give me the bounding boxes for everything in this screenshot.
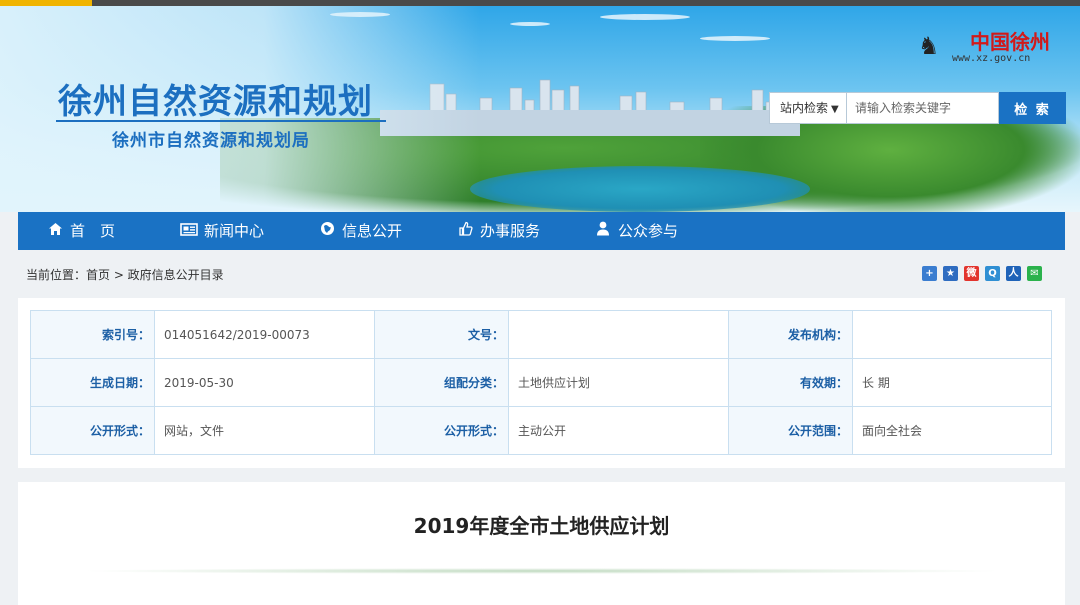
banner-lake xyxy=(470,166,810,212)
nav-item-label: 新闻中心 xyxy=(204,222,265,240)
newspaper-icon xyxy=(180,213,198,251)
share-tencent-icon[interactable]: Q xyxy=(985,266,1000,281)
home-icon xyxy=(46,213,64,251)
china-xuzhou-logo[interactable]: ♞ 中国徐州 www.xz.gov.cn xyxy=(918,26,1060,70)
document-metadata-panel: 索引号： 014051642/2019-00073 文号： 发布机构： 生成日期… xyxy=(18,298,1065,468)
main-nav: 首 页 新闻中心 信息公开 办事服务 公众参与 xyxy=(18,212,1065,250)
search-scope-label: 站内检索 xyxy=(780,101,829,115)
meta-value-doc-no xyxy=(508,310,729,359)
nav-item-label: 信息公开 xyxy=(342,222,403,240)
cloud xyxy=(700,36,770,41)
table-row: 索引号： 014051642/2019-00073 文号： 发布机构： xyxy=(30,310,1052,359)
thumbs-up-icon xyxy=(456,213,474,251)
meta-key-disclosure-form: 公开形式： xyxy=(30,406,155,455)
meta-value-validity: 长 期 xyxy=(852,358,1052,407)
breadcrumb: 当前位置：首页 > 政府信息公开目录 xyxy=(26,268,224,282)
document-content-panel: 2019年度全市土地供应计划 xyxy=(18,482,1065,605)
meta-value-disclosure-form: 网站，文件 xyxy=(154,406,375,455)
site-subtitle: 徐州市自然资源和规划局 xyxy=(112,131,310,151)
cloud xyxy=(600,14,690,20)
site-search: 站内检索▼ 检 索 xyxy=(769,92,1066,124)
meta-key-disclosure-mode: 公开形式： xyxy=(374,406,509,455)
meta-value-disclosure-scope: 面向全社会 xyxy=(852,406,1052,455)
share-weibo-icon[interactable]: 微 xyxy=(964,266,979,281)
meta-value-category: 土地供应计划 xyxy=(508,358,729,407)
nav-item-home[interactable]: 首 页 xyxy=(46,212,115,250)
horse-chariot-icon: ♞ xyxy=(918,32,940,60)
nav-item-public-participation[interactable]: 公众参与 xyxy=(594,212,678,250)
table-row: 公开形式： 网站，文件 公开形式： 主动公开 公开范围： 面向全社会 xyxy=(30,406,1052,455)
metadata-table: 索引号： 014051642/2019-00073 文号： 发布机构： 生成日期… xyxy=(30,310,1052,455)
user-icon xyxy=(594,213,612,251)
meta-key-disclosure-scope: 公开范围： xyxy=(728,406,853,455)
meta-value-created-date: 2019-05-30 xyxy=(154,358,375,407)
title-underline xyxy=(56,120,386,122)
site-title: 徐州自然资源和规划 xyxy=(58,82,373,122)
nav-item-label: 首 页 xyxy=(70,222,116,240)
search-button[interactable]: 检 索 xyxy=(999,92,1066,124)
share-qzone-icon[interactable]: ★ xyxy=(943,266,958,281)
share-more-icon[interactable]: + xyxy=(922,266,937,281)
nav-item-services[interactable]: 办事服务 xyxy=(456,212,540,250)
caret-down-icon: ▼ xyxy=(831,104,839,115)
logo-text: 中国徐州 xyxy=(970,30,1050,54)
nav-item-label: 办事服务 xyxy=(480,222,541,240)
meta-key-validity: 有效期： xyxy=(728,358,853,407)
meta-key-created-date: 生成日期： xyxy=(30,358,155,407)
logo-url: www.xz.gov.cn xyxy=(952,53,1031,64)
share-wechat-icon[interactable]: ✉ xyxy=(1027,266,1042,281)
header-banner: 徐州自然资源和规划 徐州市自然资源和规划局 ♞ 中国徐州 www.xz.gov.… xyxy=(0,6,1080,212)
cloud xyxy=(510,22,550,26)
meta-key-category: 组配分类： xyxy=(374,358,509,407)
share-renren-icon[interactable]: 人 xyxy=(1006,266,1021,281)
meta-value-publisher xyxy=(852,310,1052,359)
meta-key-publisher: 发布机构： xyxy=(728,310,853,359)
meta-key-index-no: 索引号： xyxy=(30,310,155,359)
search-scope-dropdown[interactable]: 站内检索 ▼ xyxy=(769,92,847,124)
nav-item-news[interactable]: 新闻中心 xyxy=(180,212,264,250)
globe-icon xyxy=(318,213,336,251)
breadcrumb-row: 当前位置：首页 > 政府信息公开目录 + ★ 微 Q 人 ✉ xyxy=(0,262,1080,290)
title-divider xyxy=(78,568,1005,574)
nav-item-info-disclosure[interactable]: 信息公开 xyxy=(318,212,402,250)
document-title: 2019年度全市土地供应计划 xyxy=(413,514,670,538)
meta-value-disclosure-mode: 主动公开 xyxy=(508,406,729,455)
nav-item-label: 公众参与 xyxy=(618,222,679,240)
meta-key-doc-no: 文号： xyxy=(374,310,509,359)
meta-value-index-no: 014051642/2019-00073 xyxy=(154,310,375,359)
table-row: 生成日期： 2019-05-30 组配分类： 土地供应计划 有效期： 长 期 xyxy=(30,358,1052,407)
search-input[interactable] xyxy=(847,92,999,124)
